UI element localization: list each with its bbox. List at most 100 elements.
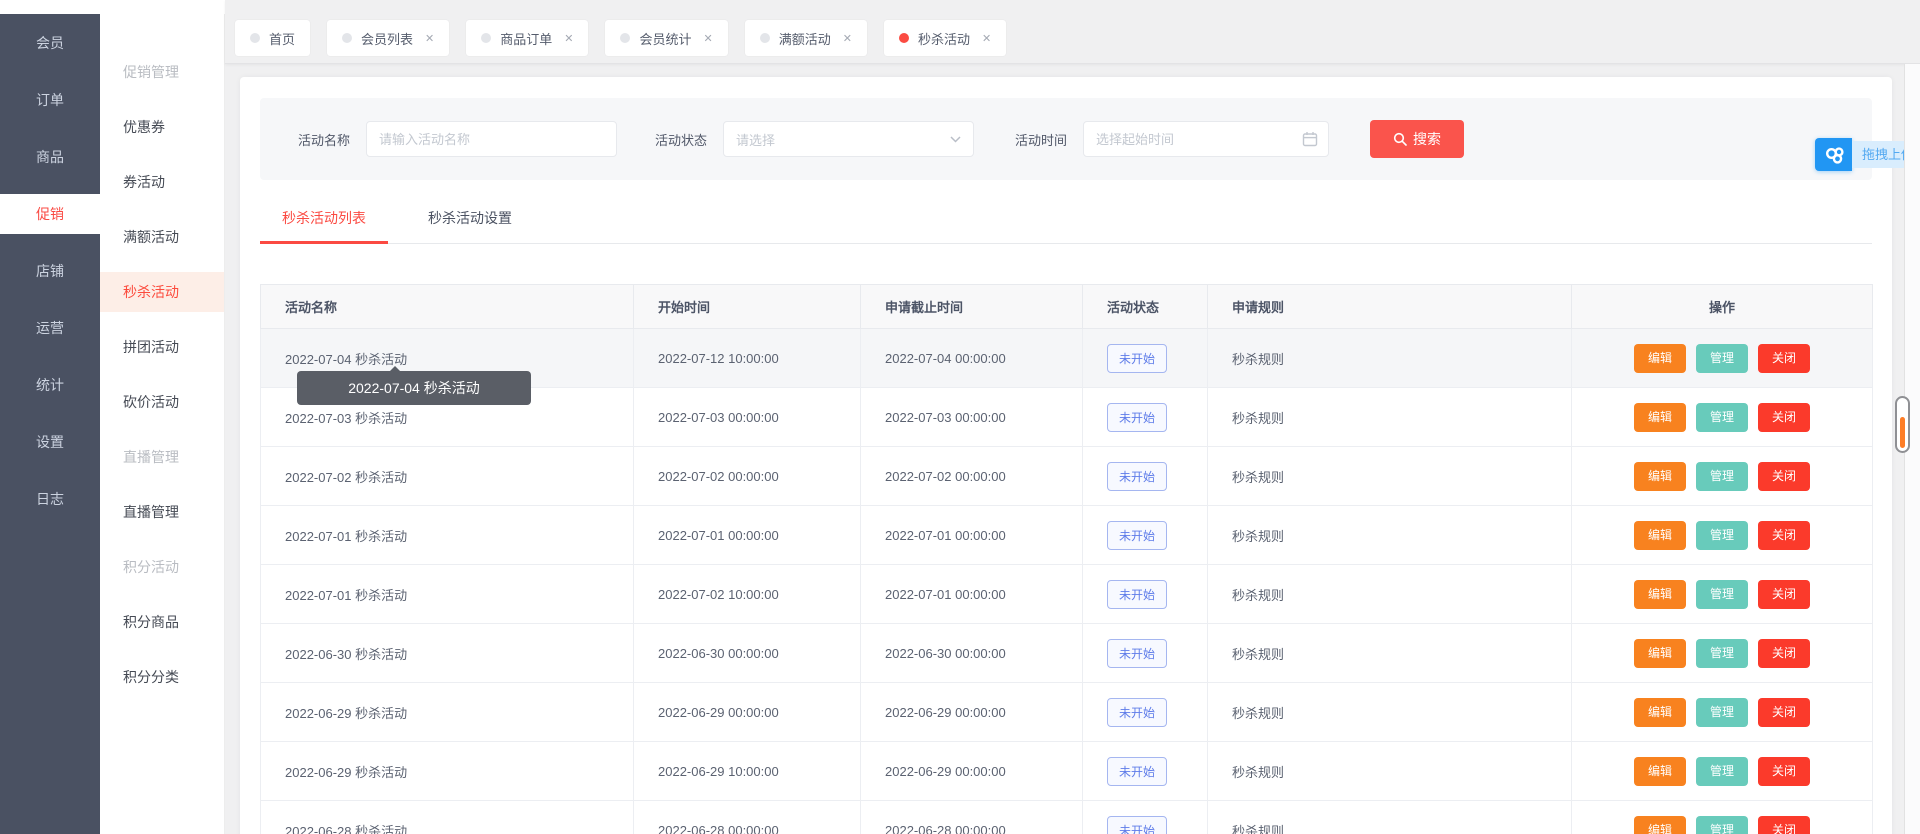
close-button[interactable]: 关闭 [1758,461,1810,491]
manage-button[interactable]: 管理 [1696,520,1748,550]
tab-dot-icon [620,33,631,43]
tab-member-stats[interactable]: 会员统计 ✕ [605,20,728,56]
sidebar-item-members[interactable]: 会员 [0,14,100,71]
tab-product-orders[interactable]: 商品订单 ✕ [466,20,589,56]
edit-button[interactable]: 编辑 [1634,756,1686,786]
cell-actions: 编辑 管理 关闭 [1571,682,1873,742]
cell-start-time: 2022-07-12 10:00:00 [633,328,861,388]
activity-name-input[interactable] [366,121,618,157]
close-button[interactable]: 关闭 [1758,579,1810,609]
activity-time-label: 活动时间 [1015,132,1068,148]
cloud-disk-icon[interactable] [1815,138,1852,171]
edit-button[interactable]: 编辑 [1634,579,1686,609]
sidebar-item-store[interactable]: 店铺 [0,242,100,299]
activity-table: 活动名称 开始时间 申请截止时间 活动状态 申请规则 操作 2022-07-04 秒杀活动… [260,284,1873,834]
status-badge: 未开始 [1107,638,1168,668]
tab-close-icon[interactable]: ✕ [564,32,573,45]
close-button[interactable]: 关闭 [1758,520,1810,550]
tab-close-icon[interactable]: ✕ [704,32,713,45]
submenu-item-flash-sale-activity[interactable]: 秒杀活动 [100,264,224,319]
content-tab-flash-settings[interactable]: 秒杀活动设置 [406,194,534,243]
manage-button[interactable]: 管理 [1696,343,1748,373]
sidebar-item-operations[interactable]: 运营 [0,299,100,356]
manage-button[interactable]: 管理 [1696,461,1748,491]
submenu-item-full-amount-activity[interactable]: 满额活动 [100,209,224,264]
cell-start-time: 2022-07-01 00:00:00 [633,505,861,565]
sidebar-item-label: 设置 [36,433,64,450]
activity-status-label: 活动状态 [655,132,708,148]
sidebar-item-logs[interactable]: 日志 [0,470,100,527]
tab-member-list[interactable]: 会员列表 ✕ [327,20,450,56]
edit-button[interactable]: 编辑 [1634,697,1686,727]
cell-deadline: 2022-06-29 00:00:00 [860,741,1083,801]
submenu-label: 券活动 [123,173,165,190]
activity-time-picker[interactable] [1083,121,1330,157]
cell-deadline: 2022-07-02 00:00:00 [860,446,1083,506]
close-button[interactable]: 关闭 [1758,815,1810,834]
submenu-item-points-products[interactable]: 积分商品 [100,594,224,649]
cell-actions: 编辑 管理 关闭 [1571,741,1873,801]
cell-start-time: 2022-07-02 00:00:00 [633,446,861,506]
submenu-item-live-management[interactable]: 直播管理 [100,484,224,539]
content-tab-flash-list[interactable]: 秒杀活动列表 [260,194,388,244]
sidebar-item-label: 会员 [36,34,64,51]
manage-button[interactable]: 管理 [1696,579,1748,609]
scrollbar-thumb[interactable] [1895,396,1910,453]
close-button[interactable]: 关闭 [1758,638,1810,668]
cell-actions: 编辑 管理 关闭 [1571,505,1873,565]
manage-button[interactable]: 管理 [1696,402,1748,432]
submenu-item-coupons[interactable]: 优惠券 [100,99,224,154]
close-button[interactable]: 关闭 [1758,697,1810,727]
edit-button[interactable]: 编辑 [1634,402,1686,432]
sidebar-item-promotions[interactable]: 促销 [0,185,100,242]
sidebar-item-orders[interactable]: 订单 [0,71,100,128]
search-icon [1393,132,1407,146]
cell-status: 未开始 [1082,564,1208,624]
tab-close-icon[interactable]: ✕ [425,32,434,45]
cell-rule: 秒杀规则 [1207,623,1572,683]
submenu-item-points-categories[interactable]: 积分分类 [100,649,224,704]
search-button[interactable]: 搜索 [1370,120,1465,158]
tab-close-icon[interactable]: ✕ [843,32,852,45]
col-start: 开始时间 [633,284,861,329]
cell-deadline: 2022-07-04 00:00:00 [860,328,1083,388]
edit-button[interactable]: 编辑 [1634,520,1686,550]
submenu-item-group-buy-activity[interactable]: 拼团活动 [100,319,224,374]
close-button[interactable]: 关闭 [1758,402,1810,432]
table-row: 2022-07-02 秒杀活动 2022-07-02 00:00:00 2022-0… [260,446,1873,506]
tab-flash-sale[interactable]: 秒杀活动 ✕ [883,20,1007,56]
activity-time-input[interactable] [1083,121,1330,157]
cell-actions: 编辑 管理 关闭 [1571,328,1873,388]
submenu-item-coupon-activity[interactable]: 券活动 [100,154,224,209]
edit-button[interactable]: 编辑 [1634,461,1686,491]
submenu-group-points-activity-group: 积分活动 [100,539,224,594]
edit-button[interactable]: 编辑 [1634,638,1686,668]
edit-button[interactable]: 编辑 [1634,815,1686,834]
cell-start-time: 2022-06-29 10:00:00 [633,741,861,801]
sidebar-item-label: 商品 [36,148,64,165]
manage-button[interactable]: 管理 [1696,815,1748,834]
submenu-label: 积分分类 [123,668,179,685]
table-row: 2022-06-30 秒杀活动 2022-06-30 00:00:00 2022-0… [260,623,1873,683]
sidebar-item-label: 运营 [36,319,64,336]
submenu-item-bargain-activity[interactable]: 砍价活动 [100,374,224,429]
manage-button[interactable]: 管理 [1696,756,1748,786]
cell-deadline: 2022-07-01 00:00:00 [860,505,1083,565]
sidebar-item-settings[interactable]: 设置 [0,413,100,470]
edit-button[interactable]: 编辑 [1634,343,1686,373]
col-status: 活动状态 [1082,284,1208,329]
sidebar-item-products[interactable]: 商品 [0,128,100,185]
manage-button[interactable]: 管理 [1696,638,1748,668]
cell-status: 未开始 [1082,446,1208,506]
tab-home[interactable]: 首页 [235,20,311,56]
cell-activity-name: 2022-07-02 秒杀活动 [260,446,634,506]
close-button[interactable]: 关闭 [1758,756,1810,786]
manage-button[interactable]: 管理 [1696,697,1748,727]
cell-deadline: 2022-06-30 00:00:00 [860,623,1083,683]
activity-status-select[interactable]: 请选择 [723,121,975,157]
tab-close-icon[interactable]: ✕ [982,32,991,45]
tab-full-amount[interactable]: 满额活动 ✕ [744,20,867,56]
sidebar-item-statistics[interactable]: 统计 [0,356,100,413]
close-button[interactable]: 关闭 [1758,343,1810,373]
table-row: 2022-06-29 秒杀活动 2022-06-29 10:00:00 2022-0… [260,741,1873,801]
